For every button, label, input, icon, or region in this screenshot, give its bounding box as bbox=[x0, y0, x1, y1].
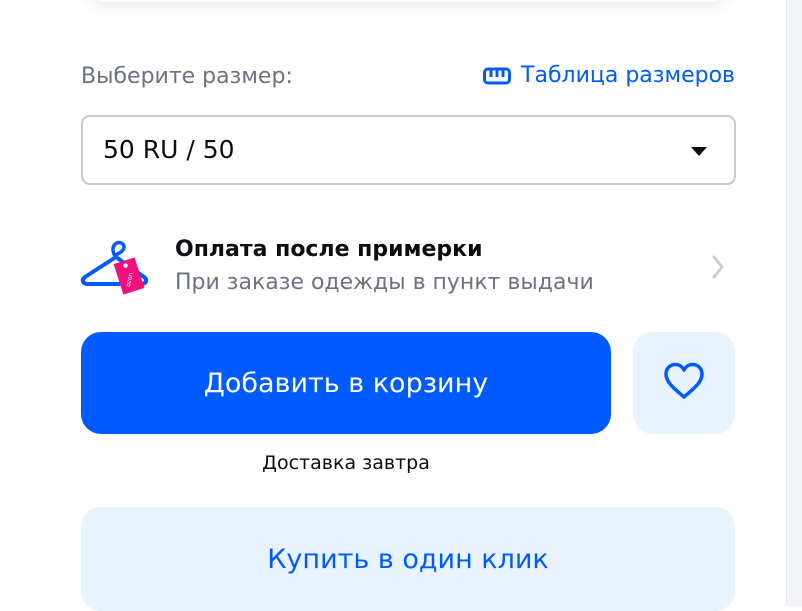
heart-icon bbox=[663, 362, 705, 404]
pay-after-fitting-title: Оплата после примерки bbox=[175, 237, 483, 262]
page-scrollbar[interactable] bbox=[786, 0, 802, 606]
favorite-button[interactable] bbox=[633, 332, 735, 434]
size-table-link[interactable]: Таблица размеров bbox=[483, 63, 735, 88]
buy-one-click-label: Купить в один клик bbox=[267, 543, 549, 575]
size-select-value: 50 RU / 50 bbox=[103, 135, 235, 164]
product-card-top bbox=[85, 0, 731, 2]
size-table-link-label: Таблица размеров bbox=[521, 63, 735, 88]
add-to-cart-button[interactable]: Добавить в корзину bbox=[81, 332, 611, 434]
size-label: Выберите размер: bbox=[81, 64, 293, 89]
hanger-icon: ozon bbox=[79, 234, 151, 298]
ruler-icon bbox=[483, 67, 512, 85]
chevron-right-icon bbox=[711, 254, 725, 284]
size-select[interactable]: 50 RU / 50 bbox=[81, 115, 736, 185]
pay-after-fitting-banner[interactable]: ozon Оплата после примерки При заказе од… bbox=[79, 232, 735, 302]
pay-after-fitting-subtitle: При заказе одежды в пункт выдачи bbox=[175, 270, 594, 295]
dropdown-arrow-icon bbox=[691, 147, 707, 156]
delivery-info: Доставка завтра bbox=[262, 452, 430, 474]
add-to-cart-label: Добавить в корзину bbox=[203, 367, 489, 399]
buy-one-click-button[interactable]: Купить в один клик bbox=[81, 507, 735, 611]
